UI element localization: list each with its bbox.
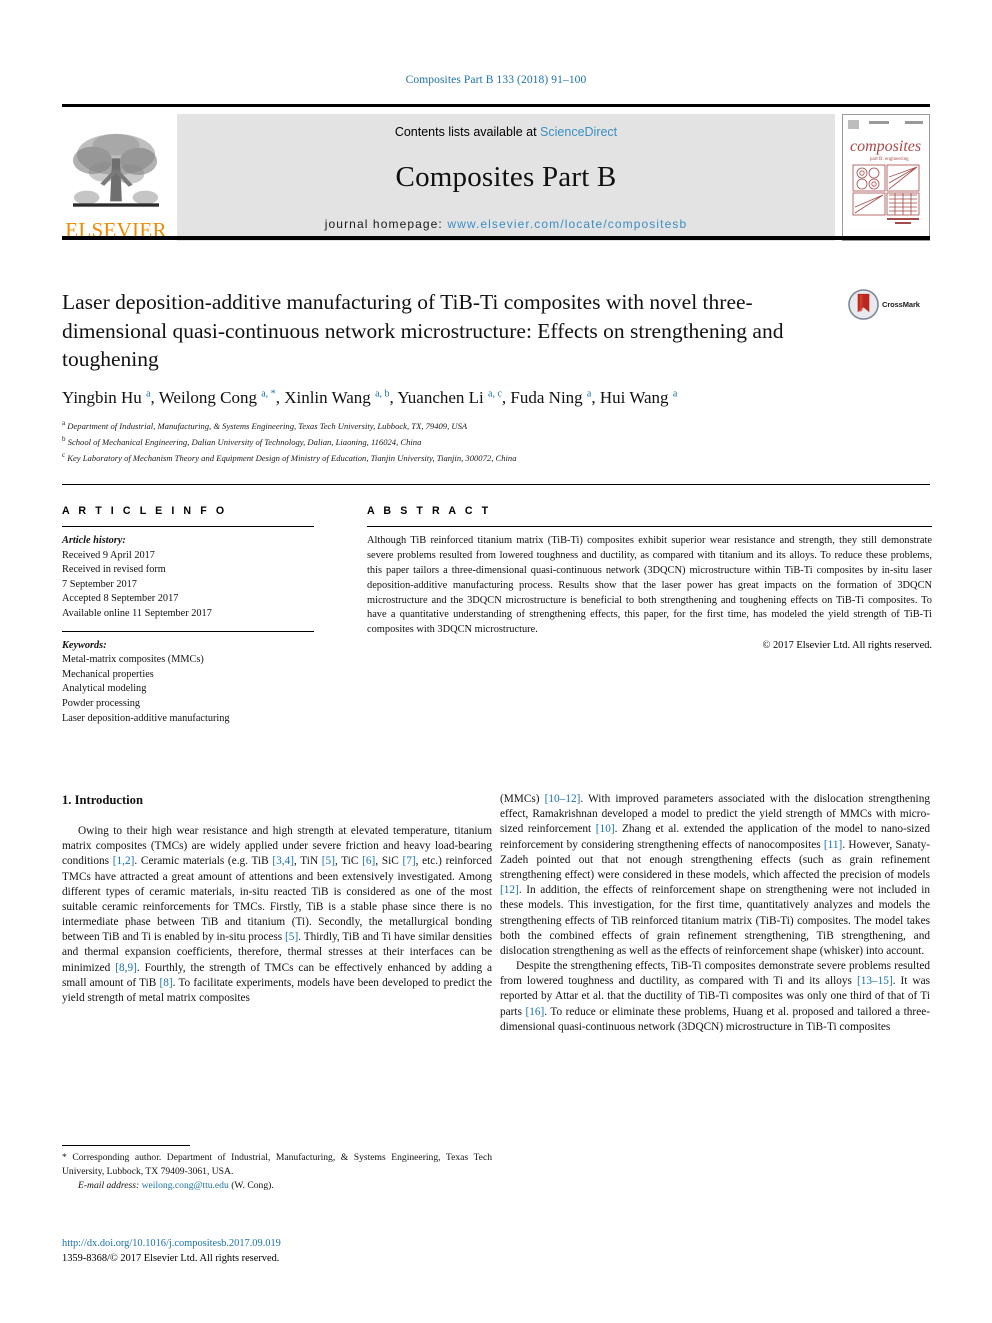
masthead-bottom-rule xyxy=(62,236,930,240)
email-address[interactable]: weilong.cong@ttu.edu xyxy=(142,1180,229,1191)
doi-block: http://dx.doi.org/10.1016/j.compositesb.… xyxy=(62,1236,492,1266)
homepage-label: journal homepage: xyxy=(324,217,448,231)
abstract-heading: A B S T R A C T xyxy=(367,505,492,517)
article-history-line: Received 9 April 2017 xyxy=(62,549,155,561)
keyword-item: Analytical modeling xyxy=(62,683,147,695)
keyword-item: Powder processing xyxy=(62,698,141,710)
email-suffix: (W. Cong). xyxy=(231,1180,274,1192)
keyword-item: Laser deposition-additive manufacturing xyxy=(62,712,230,724)
contents-line: Contents lists available at ScienceDirec… xyxy=(395,125,617,139)
intro-left-text: Owing to their high wear resistance and … xyxy=(62,824,493,1004)
body-column-left: 1. Introduction Owing to their high wear… xyxy=(62,792,492,1006)
abstract-copyright: © 2017 Elsevier Ltd. All rights reserved… xyxy=(762,640,933,652)
abstract-column: A B S T R A C T Although TiB reinforced … xyxy=(367,505,932,651)
email-label: E-mail address: xyxy=(78,1180,140,1192)
doi-link[interactable]: http://dx.doi.org/10.1016/j.compositesb.… xyxy=(62,1236,492,1251)
journal-cover-thumbnail: composites part B: engineering xyxy=(842,114,930,241)
article-info-heading: A R T I C L E I N F O xyxy=(62,505,228,517)
article-history-line: Accepted 8 September 2017 xyxy=(62,593,179,605)
crossmark-badge[interactable]: CrossMark xyxy=(848,287,934,321)
abstract-rule xyxy=(367,526,932,527)
elsevier-tree-icon xyxy=(72,133,160,207)
journal-banner: Contents lists available at ScienceDirec… xyxy=(177,114,835,241)
keywords-label: Keywords: xyxy=(62,639,107,651)
info-top-rule xyxy=(62,484,930,485)
keywords-lines: Metal-matrix composites (MMCs) Mechanical… xyxy=(62,653,314,726)
affiliation-line: c Key Laboratory of Mechanism Theory and… xyxy=(62,450,517,463)
sciencedirect-link[interactable]: ScienceDirect xyxy=(540,125,617,139)
author-list: Yingbin Hu a, Weilong Cong a, *, Xinlin … xyxy=(62,388,678,407)
running-head: Composites Part B 133 (2018) 91–100 xyxy=(405,74,587,86)
abstract-body: Although TiB reinforced titanium matrix … xyxy=(367,535,932,636)
article-info-rule xyxy=(62,526,314,527)
journal-homepage-url[interactable]: www.elsevier.com/locate/compositesb xyxy=(447,217,687,231)
keywords-block: Keywords: Metal-matrix composites (MMCs)… xyxy=(62,639,314,727)
journal-masthead: ELSEVIER Contents lists available at Sci… xyxy=(62,104,930,241)
contents-prefix: Contents lists available at xyxy=(394,125,541,139)
journal-title: Composites Part B xyxy=(395,160,617,193)
svg-text:composites: composites xyxy=(850,138,921,155)
section-heading-introduction: 1. Introduction xyxy=(62,793,143,807)
article-history-line: Received in revised form xyxy=(62,564,166,576)
article-info-column: A R T I C L E I N F O Article history: R… xyxy=(62,505,314,726)
body-column-right: (MMCs) [10–12]. With improved parameters… xyxy=(500,792,930,1035)
crossmark-icon xyxy=(848,288,879,320)
paper-page: Composites Part B 133 (2018) 91–100 ELSE… xyxy=(0,0,992,1323)
affiliation-line: b School of Mechanical Engineering, Dali… xyxy=(62,434,422,447)
affiliation-list: a Department of Industrial, Manufacturin… xyxy=(62,418,932,465)
title-block: Laser deposition-additive manufacturing … xyxy=(62,288,832,374)
footnote-block: * Corresponding author. Department of In… xyxy=(62,1145,492,1193)
article-history-lines: Received 9 April 2017 Received in revised… xyxy=(62,549,314,622)
journal-homepage-line: journal homepage: www.elsevier.com/locat… xyxy=(325,217,687,231)
svg-text:part B: engineering: part B: engineering xyxy=(870,157,909,162)
keyword-item: Metal-matrix composites (MMCs) xyxy=(62,654,204,666)
footnote-rule xyxy=(62,1145,190,1146)
article-history-line: 7 September 2017 xyxy=(62,578,137,590)
issn-copyright-line: 1359-8368/© 2017 Elsevier Ltd. All right… xyxy=(62,1253,280,1265)
crossmark-label: CrossMark xyxy=(882,299,920,309)
keywords-rule xyxy=(62,630,314,632)
article-history-label: Article history: xyxy=(62,535,126,546)
article-history: Article history: Received 9 April 2017 Re… xyxy=(62,534,314,622)
elsevier-logo: ELSEVIER xyxy=(62,114,170,241)
intro-right-text: (MMCs) [10–12]. With improved parameters… xyxy=(500,793,930,1033)
affiliation-line: a Department of Industrial, Manufacturin… xyxy=(62,419,468,431)
email-note: E-mail address: weilong.cong@ttu.edu (W.… xyxy=(62,1179,492,1193)
cover-artwork-icon: composites part B: engineering xyxy=(843,115,929,227)
article-history-line: Available online 11 September 2017 xyxy=(62,608,212,620)
keyword-item: Mechanical properties xyxy=(62,668,154,680)
corresponding-author-note: * Corresponding author. Department of In… xyxy=(62,1152,492,1177)
page-title: Laser deposition-additive manufacturing … xyxy=(62,290,784,372)
